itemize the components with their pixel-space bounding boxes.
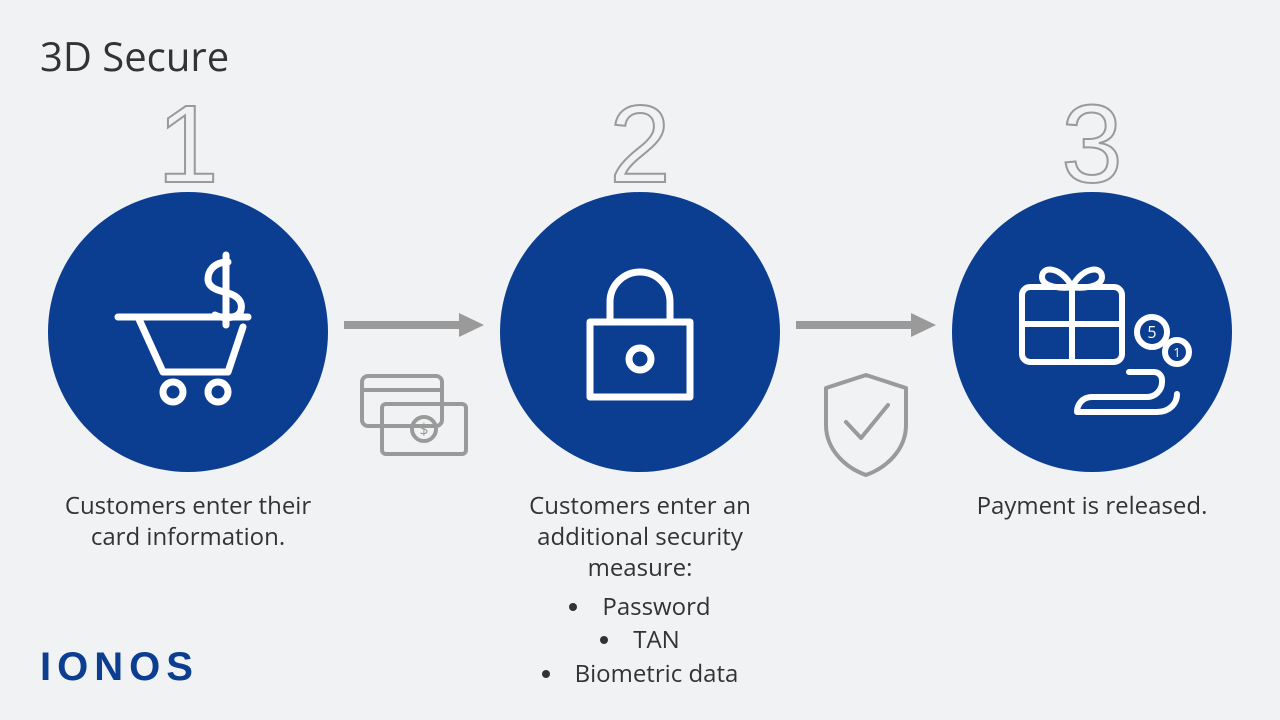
lock-icon bbox=[565, 247, 715, 417]
cart-dollar-icon bbox=[103, 247, 273, 417]
step-2-bullets: Password TAN Biometric data bbox=[542, 590, 739, 691]
step-1-number: 1 bbox=[157, 90, 218, 200]
brand-logo: IONOS bbox=[40, 645, 199, 690]
step-2-circle bbox=[500, 192, 780, 472]
step-2: 2 Customers enter an additional security… bbox=[490, 90, 790, 690]
bullet-tan: TAN bbox=[542, 623, 739, 657]
shield-check-icon bbox=[816, 370, 916, 480]
arrow-right-icon bbox=[344, 310, 484, 340]
step-2-number: 2 bbox=[609, 90, 670, 200]
step-1: 1 Customers enter their card information… bbox=[38, 90, 338, 552]
step-2-caption: Customers enter an additional security m… bbox=[490, 490, 790, 584]
step-3-number: 3 bbox=[1061, 90, 1122, 200]
bullet-biometric: Biometric data bbox=[542, 657, 739, 691]
step-1-circle bbox=[48, 192, 328, 472]
svg-text:5: 5 bbox=[1147, 321, 1156, 343]
step-3-caption: Payment is released. bbox=[977, 490, 1208, 521]
svg-text:$: $ bbox=[419, 418, 428, 440]
steps-row: 1 Customers enter their card information… bbox=[0, 90, 1280, 690]
step-1-caption: Customers enter their card information. bbox=[38, 490, 338, 552]
svg-text:1: 1 bbox=[1173, 343, 1180, 361]
page-title: 3D Secure bbox=[40, 28, 229, 83]
arrow-right-icon bbox=[796, 310, 936, 340]
connector-1: $ bbox=[354, 310, 474, 460]
step-3: 3 5 1 bbox=[942, 90, 1242, 521]
bullet-password: Password bbox=[542, 590, 739, 624]
step-3-circle: 5 1 bbox=[952, 192, 1232, 472]
credit-card-cash-icon: $ bbox=[354, 370, 474, 460]
connector-2 bbox=[806, 310, 926, 480]
gift-hand-coins-icon: 5 1 bbox=[992, 237, 1192, 427]
